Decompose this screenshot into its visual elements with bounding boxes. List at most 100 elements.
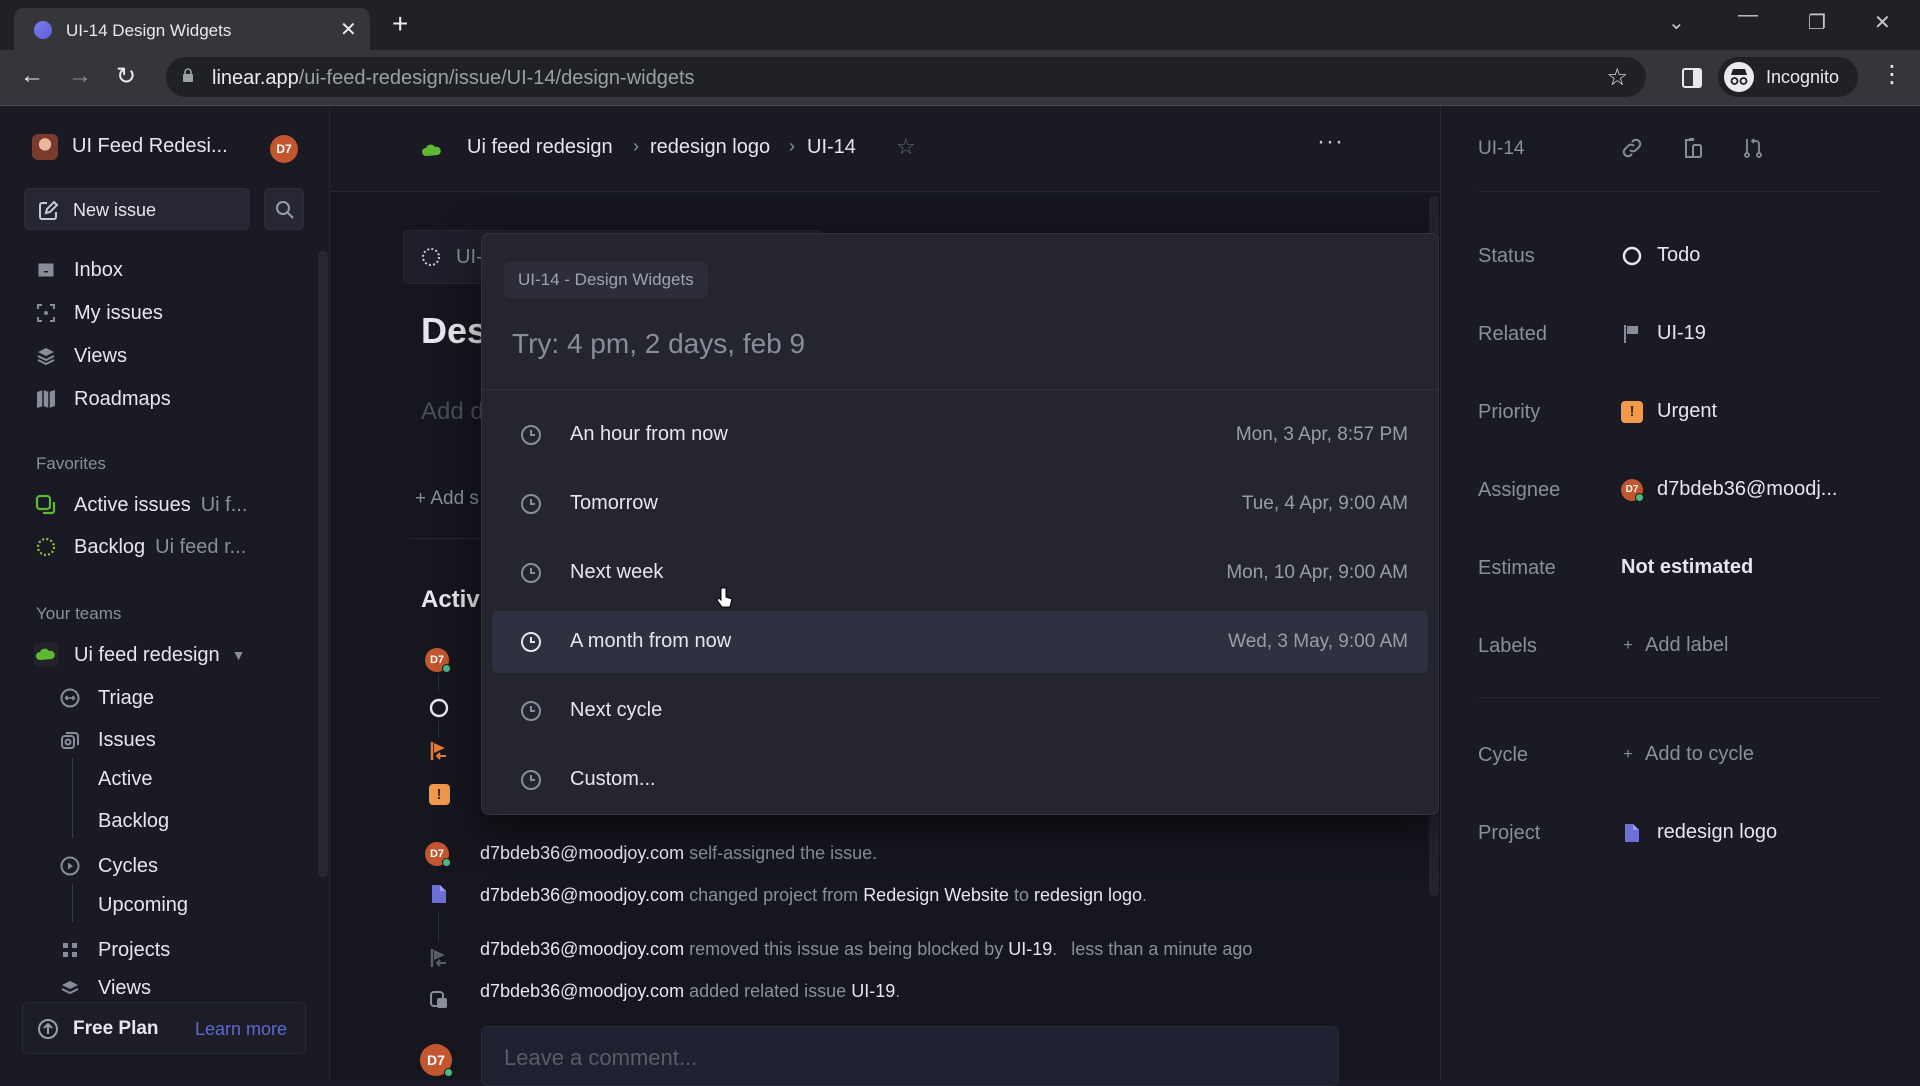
assignee-value[interactable]: D7 d7bdeb36@moodj... [1621, 478, 1837, 502]
side-panel-icon[interactable] [1681, 67, 1703, 89]
cycle-label: Cycle [1478, 744, 1529, 766]
plus-icon: + [1623, 636, 1633, 654]
activity-issue-link[interactable]: UI-19 [851, 981, 895, 1001]
workspace-name[interactable]: UI Feed Redesi... [72, 135, 228, 158]
date-input[interactable] [512, 319, 1392, 369]
window-close-button[interactable]: ✕ [1874, 10, 1891, 35]
project-value[interactable]: redesign logo [1621, 821, 1777, 844]
new-issue-button[interactable]: New issue [24, 188, 250, 230]
add-subissue-button[interactable]: + Add s [415, 488, 479, 510]
team-item-views[interactable]: Views [58, 977, 151, 999]
forward-button[interactable]: → [68, 62, 92, 90]
date-option-label: Custom... [570, 768, 656, 790]
back-button[interactable]: ← [20, 62, 44, 90]
activity-text: added related issue [684, 981, 852, 1001]
clock-icon [521, 425, 541, 445]
favorite-backlog[interactable]: Backlog Ui feed r... [34, 532, 246, 562]
git-branch-icon[interactable] [1741, 136, 1765, 160]
clock-icon [521, 494, 541, 514]
date-option[interactable]: Next cycle [492, 680, 1428, 742]
breadcrumb-team[interactable]: Ui feed redesign [467, 136, 613, 159]
workspace-avatar[interactable] [32, 134, 58, 160]
comment-input[interactable] [504, 1045, 1304, 1071]
team-item-active[interactable]: Active [98, 768, 152, 791]
date-option[interactable]: Next week Mon, 10 Apr, 9:00 AM [492, 542, 1428, 604]
activity-user[interactable]: d7bdeb36@moodjoy.com [480, 885, 684, 905]
activity-item: d7bdeb36@moodjoy.com self-assigned the i… [480, 843, 877, 864]
activity-user[interactable]: d7bdeb36@moodjoy.com [480, 981, 684, 1001]
breadcrumb-project[interactable]: redesign logo [650, 136, 770, 159]
sidebar-scrollbar[interactable] [318, 251, 328, 877]
copy-id-icon[interactable] [1681, 136, 1705, 160]
search-button[interactable] [264, 188, 304, 230]
project-icon [1621, 822, 1643, 844]
date-option[interactable]: Tomorrow Tue, 4 Apr, 9:00 AM [492, 473, 1428, 535]
bookmark-star-icon[interactable]: ☆ [1606, 63, 1628, 92]
tab-search-icon[interactable]: ⌄ [1668, 10, 1685, 35]
estimate-value[interactable]: Not estimated [1621, 556, 1753, 579]
online-indicator [444, 1068, 453, 1077]
team-ui-feed-redesign[interactable]: Ui feed redesign ▼ [34, 640, 246, 670]
learn-more-link[interactable]: Learn more [195, 1019, 287, 1040]
browser-tab-bar: UI-14 Design Widgets ✕ + ⌄ — ❐ ✕ [0, 0, 1920, 50]
browser-tab[interactable]: UI-14 Design Widgets ✕ [14, 8, 370, 50]
activity-issue-link[interactable]: UI-19 [1008, 939, 1052, 959]
clock-icon [521, 632, 541, 652]
reload-button[interactable]: ↻ [116, 62, 136, 91]
flag-icon [1621, 323, 1643, 345]
sidebar-item-inbox[interactable]: Inbox [34, 255, 123, 285]
sidebar-item-my-issues[interactable]: My issues [34, 298, 163, 328]
more-options-icon[interactable]: ··· [1317, 128, 1344, 156]
inbox-icon [34, 258, 58, 282]
user-avatar[interactable]: D7 [270, 135, 298, 163]
sidebar-item-label: Views [74, 344, 127, 367]
assignee-label: Assignee [1478, 479, 1561, 501]
description-placeholder[interactable]: Add d [421, 398, 484, 426]
tree-line [72, 884, 73, 922]
team-item-triage[interactable]: Triage [58, 683, 154, 713]
copy-link-icon[interactable] [1620, 136, 1644, 160]
timeline-line [438, 911, 439, 941]
date-option[interactable]: A month from now Wed, 3 May, 9:00 AM [492, 611, 1428, 673]
restore-button[interactable]: ❐ [1808, 10, 1826, 35]
team-item-label: Views [98, 977, 151, 999]
minimize-button[interactable]: — [1738, 4, 1758, 27]
breadcrumb-separator: › [789, 136, 795, 156]
browser-menu-icon[interactable]: ⋮ [1880, 60, 1904, 89]
issue-title[interactable]: Des [421, 310, 487, 352]
sidebar: UI Feed Redesi... D7 New issue Inbox My … [0, 106, 330, 1080]
activity-project-from[interactable]: Redesign Website [863, 885, 1009, 905]
activity-project-to[interactable]: redesign logo [1034, 885, 1142, 905]
breadcrumb-issue[interactable]: UI-14 [807, 136, 856, 159]
date-option[interactable]: Custom... [492, 749, 1428, 811]
incognito-indicator[interactable]: Incognito [1718, 57, 1858, 97]
activity-user[interactable]: d7bdeb36@moodjoy.com [480, 939, 684, 959]
favorite-star-icon[interactable]: ☆ [896, 134, 916, 160]
related-label: Related [1478, 323, 1547, 345]
close-tab-icon[interactable]: ✕ [340, 17, 357, 42]
add-to-cycle-button[interactable]: + Add to cycle [1621, 743, 1754, 766]
status-value[interactable]: Todo [1621, 244, 1700, 267]
add-label-text: Add label [1645, 634, 1729, 656]
activity-user[interactable]: d7bdeb36@moodjoy.com [480, 843, 684, 863]
sidebar-item-roadmaps[interactable]: Roadmaps [34, 384, 171, 414]
tab-title: UI-14 Design Widgets [66, 21, 232, 40]
new-tab-button[interactable]: + [392, 8, 408, 40]
team-item-upcoming[interactable]: Upcoming [98, 894, 188, 917]
team-item-backlog[interactable]: Backlog [98, 810, 169, 833]
comment-box[interactable] [481, 1026, 1339, 1086]
team-item-issues[interactable]: Issues [58, 725, 156, 755]
address-bar[interactable]: linear.app/ui-feed-redesign/issue/UI-14/… [166, 57, 1646, 97]
issue-header: Ui feed redesign › redesign logo › UI-14… [331, 106, 1440, 192]
priority-value[interactable]: ! Urgent [1621, 400, 1717, 423]
add-label-button[interactable]: + Add label [1621, 634, 1728, 657]
sidebar-item-views[interactable]: Views [34, 341, 127, 371]
related-value[interactable]: UI-19 [1621, 322, 1706, 345]
plus-icon: + [1623, 745, 1633, 763]
date-option-label: Next cycle [570, 699, 663, 721]
team-item-projects[interactable]: Projects [58, 935, 170, 965]
team-item-label: Projects [98, 938, 171, 961]
team-item-cycles[interactable]: Cycles [58, 851, 158, 881]
date-option[interactable]: An hour from now Mon, 3 Apr, 8:57 PM [492, 404, 1428, 466]
favorite-active-issues[interactable]: Active issues Ui f... [34, 490, 247, 520]
